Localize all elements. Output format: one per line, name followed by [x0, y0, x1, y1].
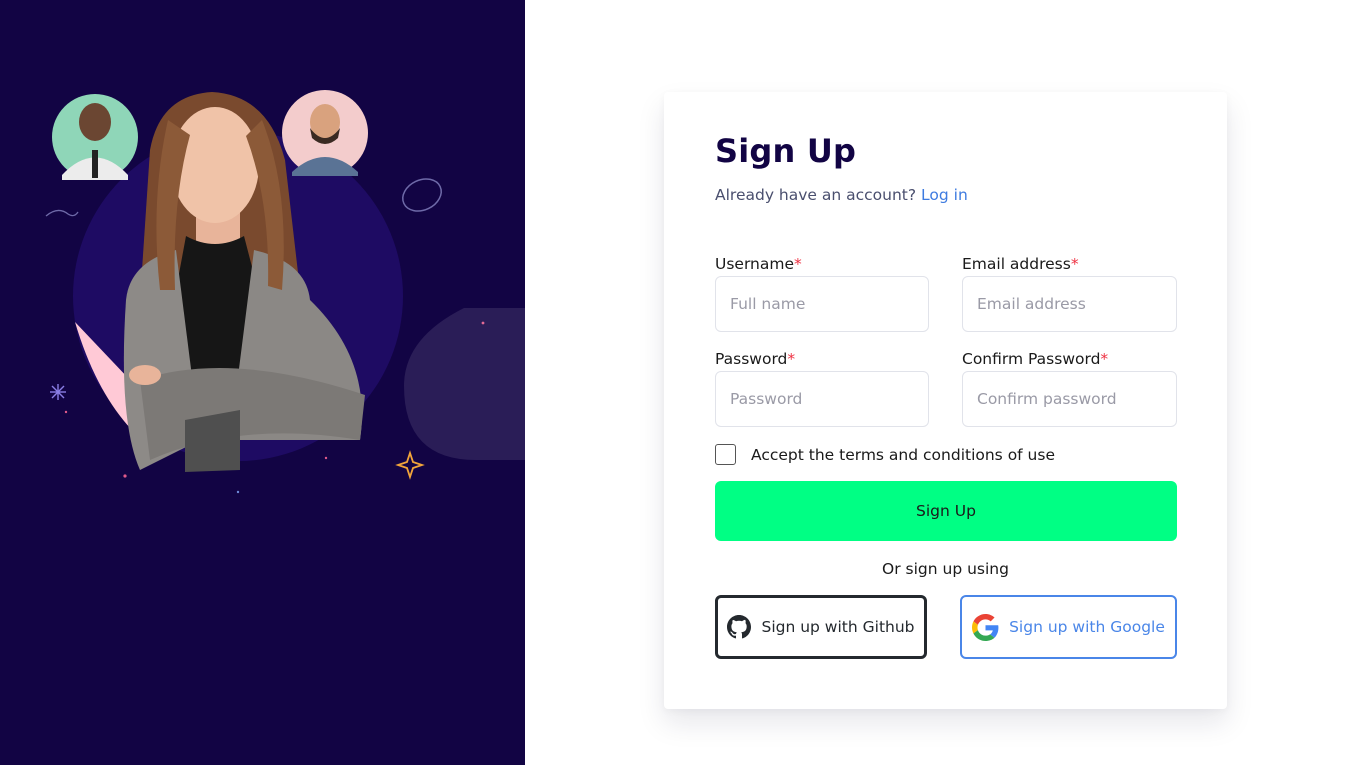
confirm-password-label-text: Confirm Password — [962, 350, 1101, 368]
login-prompt-text: Already have an account? — [715, 186, 917, 204]
required-mark: * — [1070, 255, 1079, 273]
terms-checkbox[interactable] — [715, 444, 736, 465]
required-mark: * — [1100, 350, 1109, 368]
email-label: Email address* — [962, 255, 1079, 273]
email-input[interactable] — [962, 276, 1177, 332]
email-label-text: Email address — [962, 255, 1071, 273]
username-input[interactable] — [715, 276, 929, 332]
login-link[interactable]: Log in — [921, 186, 968, 204]
github-signup-button[interactable]: Sign up with Github — [715, 595, 927, 659]
confirm-password-input[interactable] — [962, 371, 1177, 427]
social-divider-text: Or sign up using — [882, 560, 1009, 578]
terms-label: Accept the terms and conditions of use — [751, 445, 1055, 464]
ghost-shape-decoration — [404, 308, 569, 460]
username-label-text: Username — [715, 255, 795, 273]
password-input[interactable] — [715, 371, 929, 427]
login-prompt: Already have an account? Log in — [715, 186, 968, 204]
github-icon — [727, 615, 752, 639]
page-title: Sign Up — [715, 132, 857, 170]
username-label: Username* — [715, 255, 802, 273]
squiggle-decoration — [45, 209, 79, 217]
avatar-left — [52, 94, 138, 180]
signup-card: Sign Up Already have an account? Log in … — [664, 92, 1227, 709]
confirm-password-label: Confirm Password* — [962, 350, 1108, 368]
required-mark: * — [787, 350, 796, 368]
star-decoration — [50, 384, 66, 400]
google-icon — [972, 613, 999, 641]
terms-row: Accept the terms and conditions of use — [715, 444, 1055, 465]
signup-button[interactable]: Sign Up — [715, 481, 1177, 541]
google-signup-button[interactable]: Sign up with Google — [960, 595, 1177, 659]
ring-decoration — [402, 178, 442, 212]
password-label-text: Password — [715, 350, 788, 368]
avatar-right — [282, 90, 368, 176]
github-signup-label: Sign up with Github — [761, 618, 915, 636]
required-mark: * — [794, 255, 802, 273]
password-label: Password* — [715, 350, 795, 368]
google-signup-label: Sign up with Google — [1009, 618, 1165, 636]
